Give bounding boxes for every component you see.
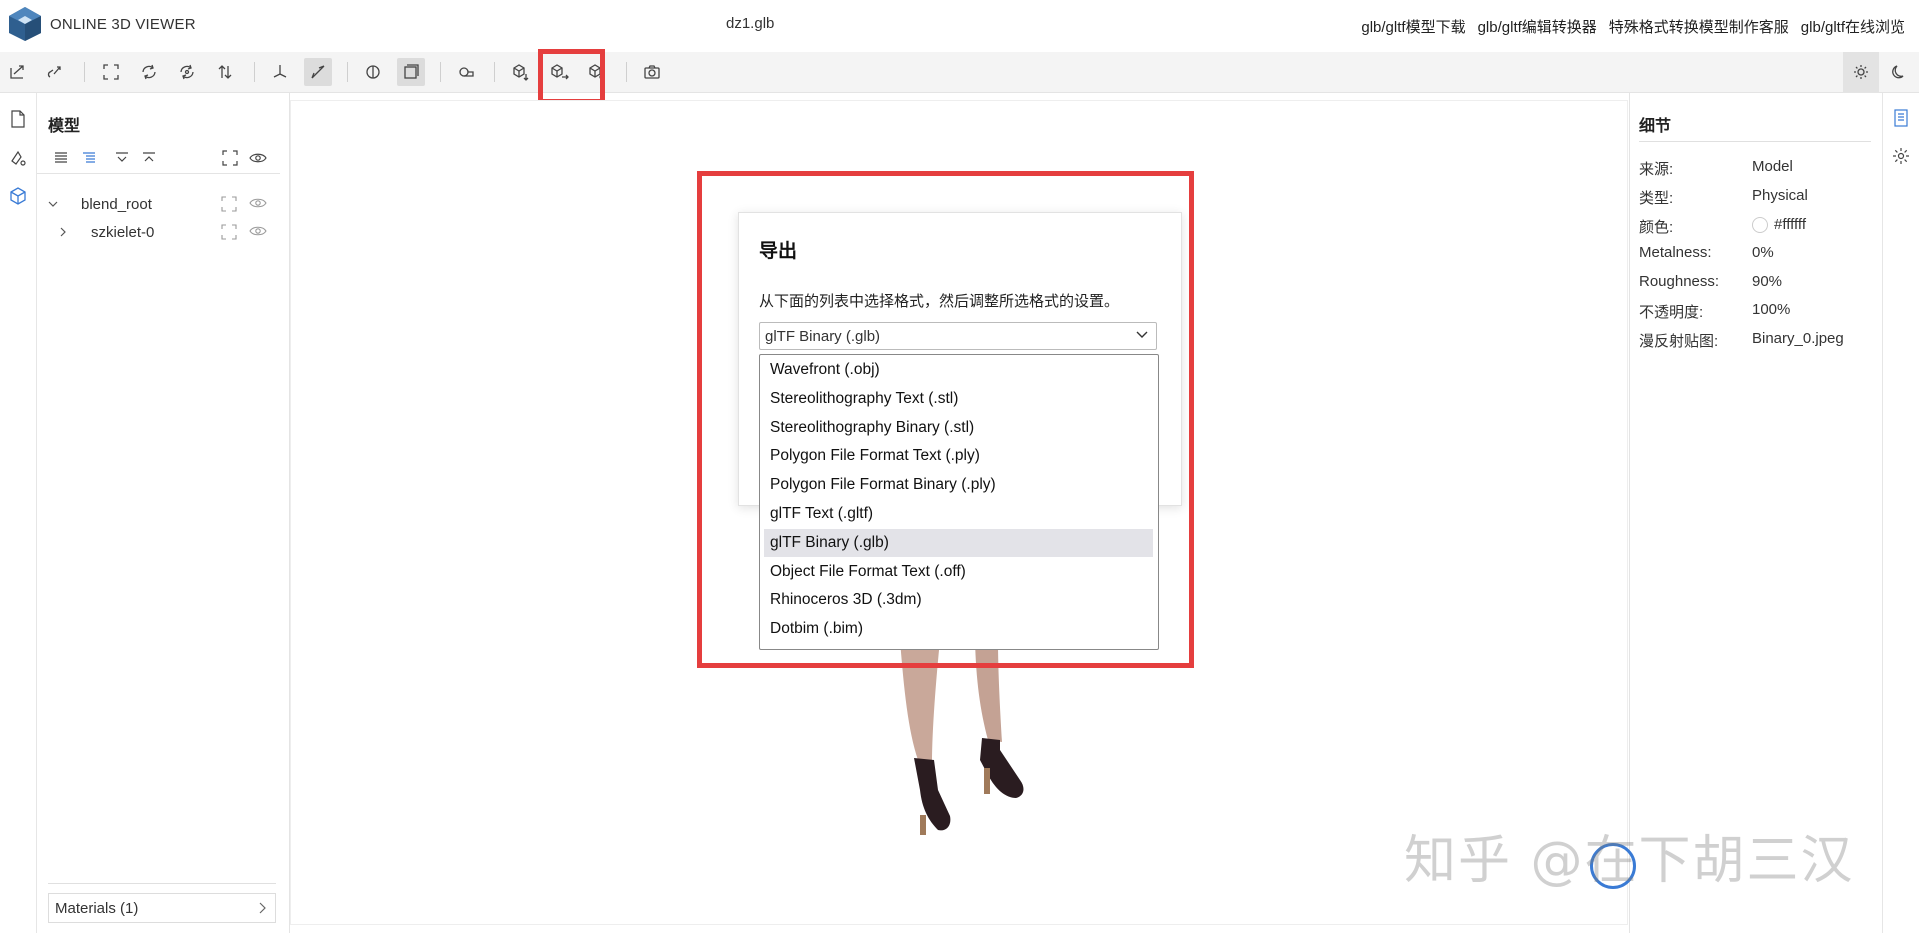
prop-metalness-value: 0% xyxy=(1752,244,1774,261)
top-links: glb/gltf模型下载 glb/gltf编辑转换器 特殊格式转换模型制作客服 … xyxy=(1361,16,1905,37)
prop-value: Binary_0.jpeg xyxy=(1752,330,1844,347)
tree-label: szkielet-0 xyxy=(91,224,155,241)
edges-icon[interactable] xyxy=(397,58,425,86)
model-panel: 模型 blend_root szkielet-0 Materials (1) xyxy=(37,93,290,933)
top-link-special-format-service[interactable]: 特殊格式转换模型制作客服 xyxy=(1609,16,1789,37)
camera-icon[interactable] xyxy=(638,58,666,86)
prop-value: #ffffff xyxy=(1774,216,1806,233)
meshes-icon[interactable] xyxy=(8,186,28,206)
materials-icon[interactable] xyxy=(8,148,28,168)
color-swatch xyxy=(1752,216,1768,233)
prop-value: Model xyxy=(1752,158,1793,175)
light-mode-icon[interactable] xyxy=(1847,58,1875,86)
open-url-icon[interactable] xyxy=(41,58,69,86)
toolbar xyxy=(0,52,1919,93)
prop-opacity-value: 100% xyxy=(1752,301,1790,318)
top-link-online-viewer[interactable]: glb/gltf在线浏览 xyxy=(1801,16,1905,37)
flip-up-icon[interactable] xyxy=(211,58,239,86)
model-panel-tools xyxy=(37,143,280,174)
fit-to-window-icon[interactable] xyxy=(97,58,125,86)
details-divider xyxy=(1639,141,1871,142)
visibility-eye-icon[interactable] xyxy=(249,196,267,214)
xray-icon[interactable] xyxy=(359,58,387,86)
materials-label: Materials (1) xyxy=(55,900,139,917)
flat-list-icon[interactable] xyxy=(52,149,70,167)
file-title: dz1.glb xyxy=(726,15,775,32)
top-link-model-download[interactable]: glb/gltf模型下载 xyxy=(1361,16,1465,37)
prop-color-label: 颜色: xyxy=(1639,219,1674,236)
prop-value: 0% xyxy=(1752,244,1774,261)
details-icon[interactable] xyxy=(1891,108,1911,128)
prop-type-label: 类型: xyxy=(1639,190,1674,207)
settings-gear-icon[interactable] xyxy=(1891,146,1911,166)
fix-up-icon[interactable] xyxy=(266,58,294,86)
expand-arrow-icon[interactable] xyxy=(46,197,60,211)
collapse-all-icon[interactable] xyxy=(140,149,158,167)
up-y-icon[interactable] xyxy=(135,58,163,86)
prop-source-value: Model xyxy=(1752,158,1793,175)
prop-value: 100% xyxy=(1752,301,1791,318)
model-panel-title: 模型 xyxy=(48,118,81,135)
tree-view-icon[interactable] xyxy=(80,149,98,167)
prop-value: Physical xyxy=(1752,187,1808,204)
measure-icon[interactable] xyxy=(304,58,332,86)
prop-metalness-label: Metalness: xyxy=(1639,244,1712,261)
logo-cube-icon xyxy=(8,6,42,42)
chevron-right-icon xyxy=(257,902,267,914)
visibility-eye-icon[interactable] xyxy=(249,224,267,242)
tree-row-blend-root[interactable]: blend_root xyxy=(37,193,280,217)
fit-node-icon[interactable] xyxy=(221,196,239,214)
open-file-icon[interactable] xyxy=(4,58,32,86)
logo[interactable]: ONLINE 3D VIEWER xyxy=(8,6,196,42)
files-icon[interactable] xyxy=(8,109,28,129)
prop-roughness-value: 90% xyxy=(1752,273,1782,290)
model-figure-legs xyxy=(880,640,1070,840)
expand-all-icon[interactable] xyxy=(113,149,131,167)
prop-color-value: #ffffff xyxy=(1752,216,1806,233)
prop-opacity-label: 不透明度: xyxy=(1639,304,1704,321)
collapsed-arrow-icon[interactable] xyxy=(56,225,70,239)
prop-source-label: 来源: xyxy=(1639,161,1674,178)
right-nav xyxy=(1882,93,1919,933)
show-all-eye-icon[interactable] xyxy=(249,149,267,167)
tree-row-szkielet[interactable]: szkielet-0 xyxy=(37,221,280,245)
export-highlight-box xyxy=(538,49,605,104)
dark-mode-icon[interactable] xyxy=(1885,58,1913,86)
details-title: 细节 xyxy=(1639,118,1672,135)
fit-node-icon[interactable] xyxy=(221,224,239,242)
materials-section[interactable]: Materials (1) xyxy=(48,893,276,923)
panel-divider xyxy=(48,883,276,884)
top-bar: ONLINE 3D VIEWER dz1.glb glb/gltf模型下载 gl… xyxy=(0,0,1919,52)
prop-roughness-label: Roughness: xyxy=(1639,273,1720,290)
fit-model-icon[interactable] xyxy=(221,149,239,167)
dialog-highlight-box xyxy=(697,171,1194,668)
prop-value: 90% xyxy=(1752,273,1783,290)
prop-type-value: Physical xyxy=(1752,187,1808,204)
up-z-icon[interactable] xyxy=(173,58,201,86)
logo-text: ONLINE 3D VIEWER xyxy=(50,15,196,33)
import-cube-icon[interactable] xyxy=(507,58,535,86)
snapshot-icon[interactable] xyxy=(452,58,480,86)
left-nav xyxy=(0,93,37,933)
watermark: 知乎 @在下胡三汉 xyxy=(1404,831,1855,891)
details-panel: 细节 来源: Model 类型: Physical 颜色: #ffffff Me… xyxy=(1629,93,1882,933)
top-link-editor-converter[interactable]: glb/gltf编辑转换器 xyxy=(1478,16,1597,37)
tree-label: blend_root xyxy=(81,196,152,213)
prop-diffuse-map-value: Binary_0.jpeg xyxy=(1752,330,1844,347)
prop-diffuse-map-label: 漫反射贴图: xyxy=(1639,333,1719,350)
